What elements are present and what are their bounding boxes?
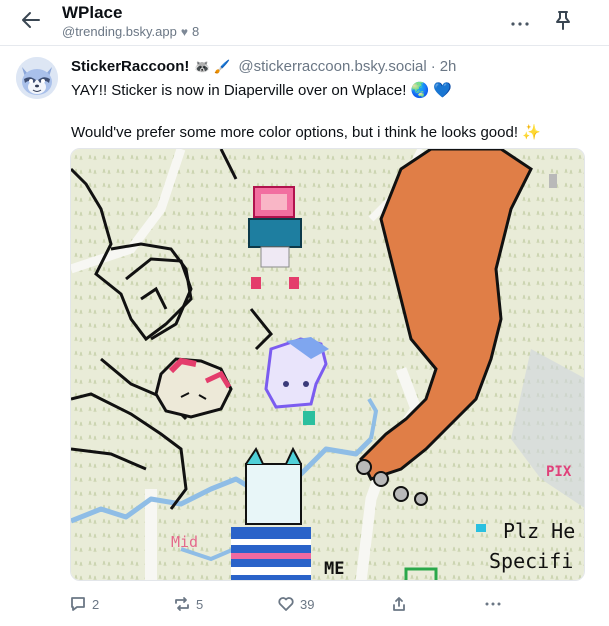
heart-outline-icon <box>277 595 295 613</box>
pin-icon <box>554 10 572 35</box>
feed-handle: @trending.bsky.app <box>62 24 177 39</box>
post: StickerRaccoon! 🦝 🖌️ @stickerraccoon.bsk… <box>0 47 609 626</box>
wplace-map-image: PIX Plz He Specifi Mid ME <box>71 149 584 580</box>
raccoon-avatar-icon <box>16 57 58 99</box>
ellipsis-icon <box>511 13 529 31</box>
arrow-left-icon <box>21 11 41 34</box>
reply-count: 2 <box>92 596 100 612</box>
map-text-plz: Plz He <box>503 519 575 543</box>
more-options-button[interactable] <box>506 12 534 32</box>
repost-icon <box>173 595 191 613</box>
pin-feed-button[interactable] <box>550 8 576 36</box>
feed-subtitle: @trending.bsky.app ♥ 8 <box>62 24 199 39</box>
map-text-mid: Mid <box>171 533 198 551</box>
repost-button[interactable]: 5 <box>173 592 203 616</box>
reply-icon <box>69 595 87 613</box>
feed-title: WPlace <box>62 3 123 22</box>
back-button[interactable] <box>14 8 48 36</box>
author-display-name[interactable]: StickerRaccoon! <box>71 58 189 75</box>
post-image[interactable]: PIX Plz He Specifi Mid ME <box>70 148 585 581</box>
post-actions: 2 5 39 <box>0 592 609 616</box>
map-text-specific: Specifi <box>489 549 573 573</box>
repost-count: 5 <box>196 596 204 612</box>
ellipsis-icon <box>485 602 501 606</box>
thread-header: WPlace @trending.bsky.app ♥ 8 <box>0 0 609 46</box>
map-text-pix: PIX <box>546 464 572 480</box>
separator-dot: · <box>430 58 436 75</box>
heart-icon: ♥ <box>180 24 188 39</box>
like-count: 39 <box>300 596 315 612</box>
post-timestamp[interactable]: 2h <box>440 58 457 75</box>
avatar[interactable] <box>16 57 58 99</box>
share-button[interactable] <box>390 592 408 616</box>
reply-button[interactable]: 2 <box>69 592 99 616</box>
post-text-line: YAY!! Sticker is now in Diaperville over… <box>71 82 453 99</box>
post-more-button[interactable] <box>485 592 501 616</box>
author-line: StickerRaccoon! 🦝 🖌️ @stickerraccoon.bsk… <box>71 58 456 75</box>
map-text-me: ME <box>324 559 344 579</box>
feed-like-count: 8 <box>191 24 200 39</box>
post-text-line: Would've prefer some more color options,… <box>71 124 541 141</box>
author-handle[interactable]: @stickerraccoon.bsky.social <box>238 58 426 75</box>
author-name-emojis: 🦝 🖌️ <box>194 58 231 74</box>
share-icon <box>390 595 408 613</box>
like-button[interactable]: 39 <box>277 592 314 616</box>
